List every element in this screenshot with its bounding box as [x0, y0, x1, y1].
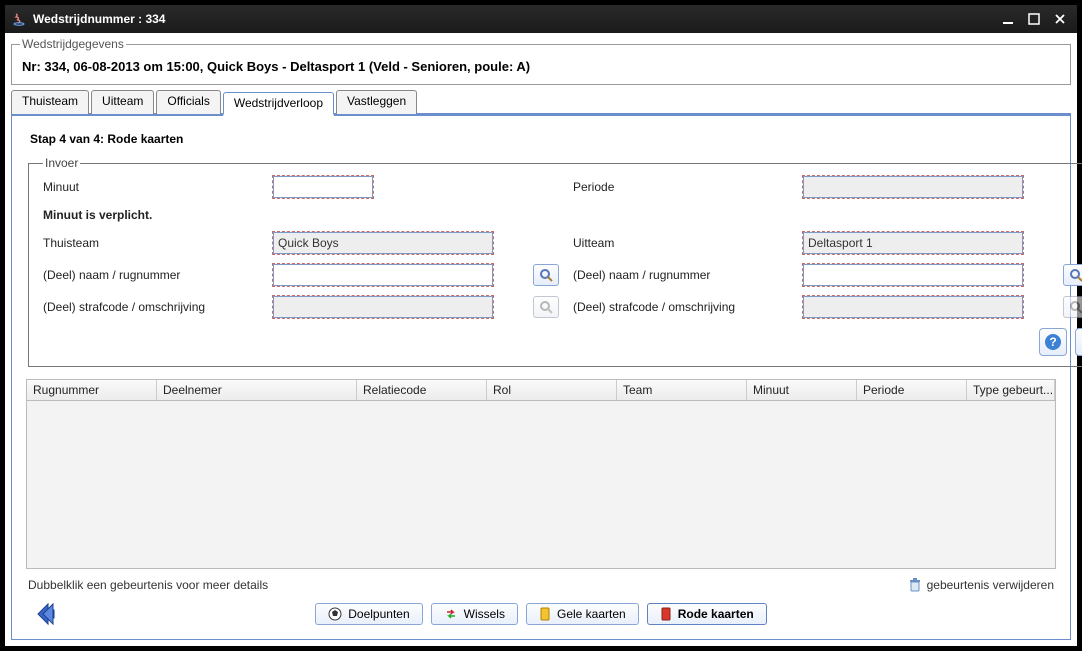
step-nav: Doelpunten Wissels Gele kaarten Rode kaa…	[315, 603, 766, 625]
delete-event-link[interactable]: gebeurtenis verwijderen	[907, 577, 1054, 593]
tab-wedstrijdverloop[interactable]: Wedstrijdverloop	[223, 92, 334, 116]
col-relatiecode[interactable]: Relatiecode	[357, 380, 487, 400]
close-button[interactable]	[1049, 10, 1071, 28]
bottom-bar: Doelpunten Wissels Gele kaarten Rode kaa…	[26, 595, 1056, 629]
titlebar: Wedstrijdnummer : 334	[5, 5, 1077, 33]
col-team[interactable]: Team	[617, 380, 747, 400]
form-grid: Minuut Periode Minuut is verplicht. Thui…	[43, 176, 1082, 318]
match-info-group: Wedstrijdgegevens Nr: 334, 06-08-2013 om…	[11, 37, 1071, 85]
step-title: Stap 4 van 4: Rode kaarten	[30, 132, 1052, 146]
away-naam-search-button[interactable]	[1063, 264, 1082, 286]
periode-readonly	[803, 176, 1023, 198]
invoer-group: Invoer Minuut Periode Minuut is verplich…	[28, 156, 1082, 367]
tab-officials[interactable]: Officials	[156, 90, 220, 114]
window-title: Wedstrijdnummer : 334	[33, 12, 997, 26]
search-icon	[1069, 300, 1082, 314]
thuisteam-label: Thuisteam	[43, 236, 273, 250]
home-naam-label: (Deel) naam / rugnummer	[43, 268, 273, 282]
nav-wissels[interactable]: Wissels	[431, 603, 518, 625]
tab-thuisteam[interactable]: Thuisteam	[11, 90, 89, 114]
dblclick-hint: Dubbelklik een gebeurtenis voor meer det…	[28, 578, 268, 592]
tab-panel: Stap 4 van 4: Rode kaarten Invoer Minuut…	[11, 116, 1071, 640]
hint-row: Dubbelklik een gebeurtenis voor meer det…	[26, 569, 1056, 595]
java-icon	[11, 11, 27, 27]
home-strafcode-readonly	[273, 296, 493, 318]
col-deelnemer[interactable]: Deelnemer	[157, 380, 357, 400]
invoer-actions: ?	[43, 328, 1082, 356]
maximize-button[interactable]	[1023, 10, 1045, 28]
periode-label: Periode	[573, 180, 803, 194]
search-icon	[1069, 268, 1082, 282]
away-naam-input[interactable]	[803, 264, 1023, 286]
col-minuut[interactable]: Minuut	[747, 380, 857, 400]
nav-rode-label: Rode kaarten	[678, 607, 754, 621]
away-naam-label: (Deel) naam / rugnummer	[573, 268, 803, 282]
table-header: Rugnummer Deelnemer Relatiecode Rol Team…	[27, 380, 1055, 401]
events-table: Rugnummer Deelnemer Relatiecode Rol Team…	[26, 379, 1056, 569]
minimize-button[interactable]	[997, 10, 1019, 28]
trash-icon	[907, 577, 923, 593]
football-icon	[328, 607, 342, 621]
uitteam-label: Uitteam	[573, 236, 803, 250]
uitteam-readonly: Deltasport 1	[803, 232, 1023, 254]
red-card-icon	[660, 607, 672, 621]
tab-vastleggen[interactable]: Vastleggen	[336, 90, 417, 114]
delete-event-label: gebeurtenis verwijderen	[927, 578, 1054, 592]
invoer-legend: Invoer	[43, 156, 80, 170]
home-naam-input[interactable]	[273, 264, 493, 286]
refresh-button[interactable]	[1075, 328, 1082, 356]
col-type[interactable]: Type gebeurt...	[967, 380, 1055, 400]
nav-rode-kaarten[interactable]: Rode kaarten	[647, 603, 767, 625]
svg-text:?: ?	[1049, 335, 1056, 349]
match-info-legend: Wedstrijdgegevens	[20, 37, 126, 51]
away-strafcode-label: (Deel) strafcode / omschrijving	[573, 300, 803, 314]
col-rol[interactable]: Rol	[487, 380, 617, 400]
away-strafcode-search-button	[1063, 296, 1082, 318]
thuisteam-readonly: Quick Boys	[273, 232, 493, 254]
col-periode[interactable]: Periode	[857, 380, 967, 400]
home-naam-search-button[interactable]	[533, 264, 559, 286]
nav-wissels-label: Wissels	[464, 607, 505, 621]
yellow-card-icon	[539, 607, 551, 621]
window-buttons	[997, 10, 1071, 28]
tab-bar: Thuisteam Uitteam Officials Wedstrijdver…	[11, 89, 1071, 116]
minuut-required-msg: Minuut is verplicht.	[43, 208, 1082, 222]
help-button[interactable]: ?	[1039, 328, 1067, 356]
back-button[interactable]	[34, 601, 64, 627]
back-arrow-icon	[34, 601, 64, 627]
home-strafcode-search-button	[533, 296, 559, 318]
nav-doelpunten[interactable]: Doelpunten	[315, 603, 422, 625]
app-window: Wedstrijdnummer : 334 Wedstrijdgegevens …	[4, 4, 1078, 647]
table-body[interactable]	[27, 401, 1055, 568]
away-strafcode-readonly	[803, 296, 1023, 318]
swap-icon	[444, 607, 458, 621]
tab-uitteam[interactable]: Uitteam	[91, 90, 154, 114]
minuut-label: Minuut	[43, 180, 273, 194]
nav-gele-label: Gele kaarten	[557, 607, 626, 621]
search-icon	[539, 300, 553, 314]
minuut-input[interactable]	[273, 176, 373, 198]
nav-gele-kaarten[interactable]: Gele kaarten	[526, 603, 639, 625]
search-icon	[539, 268, 553, 282]
home-strafcode-label: (Deel) strafcode / omschrijving	[43, 300, 273, 314]
match-summary: Nr: 334, 06-08-2013 om 15:00, Quick Boys…	[20, 55, 1062, 78]
col-rugnummer[interactable]: Rugnummer	[27, 380, 157, 400]
nav-doelpunten-label: Doelpunten	[348, 607, 409, 621]
help-icon: ?	[1044, 333, 1062, 351]
content-area: Wedstrijdgegevens Nr: 334, 06-08-2013 om…	[5, 33, 1077, 646]
